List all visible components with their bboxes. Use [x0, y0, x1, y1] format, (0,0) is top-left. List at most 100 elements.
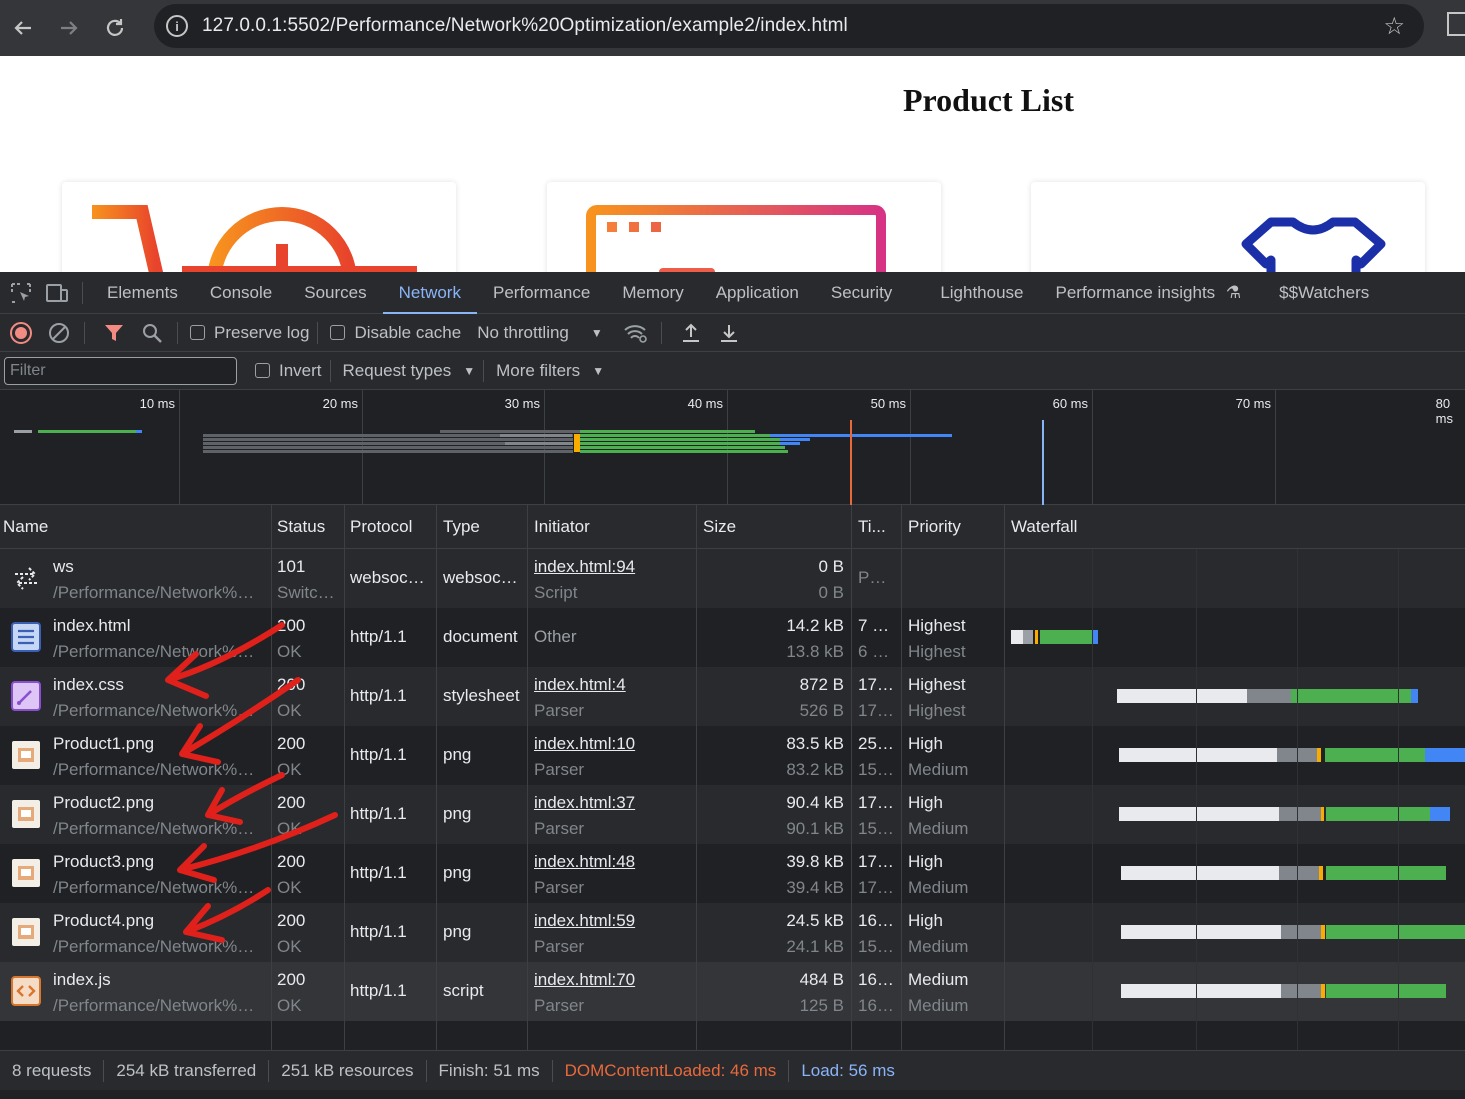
tab-console[interactable]: Console — [194, 272, 288, 314]
initiator-link[interactable]: index.html:10 — [534, 734, 635, 754]
overview-bar — [580, 438, 780, 441]
site-info-icon[interactable]: i — [166, 15, 188, 37]
table-row[interactable]: index.html/Performance/Network%… 200 OK htt… — [0, 608, 1465, 667]
table-row[interactable]: Product4.png/Performance/Network%… 200 OK h… — [0, 903, 1465, 962]
tab-network[interactable]: Network — [382, 272, 478, 314]
col-size-header[interactable]: Size — [700, 505, 848, 549]
initiator-link[interactable]: index.html:70 — [534, 970, 635, 990]
cell-name[interactable]: Product2.png/Performance/Network%… — [50, 785, 268, 844]
table-row[interactable]: index.css/Performance/Network%… 200 OK http… — [0, 667, 1465, 726]
status-text: OK — [277, 819, 302, 838]
extension-icon[interactable] — [1447, 12, 1465, 36]
network-overview[interactable]: 10 ms 20 ms 30 ms 40 ms 50 ms 60 ms 70 m… — [0, 390, 1465, 505]
cell-name[interactable]: Product4.png/Performance/Network%… — [50, 903, 268, 962]
tab-performance-insights[interactable]: Performance insights ⚗ — [1040, 272, 1258, 314]
tab-security[interactable]: Security — [815, 272, 908, 314]
request-types-dropdown[interactable]: Request types ▼ — [343, 361, 476, 381]
request-name: index.html — [53, 616, 131, 635]
filter-toggle-button[interactable] — [97, 316, 131, 350]
col-protocol-header[interactable]: Protocol — [347, 505, 432, 549]
more-filters-dropdown[interactable]: More filters ▼ — [496, 361, 604, 381]
search-button[interactable] — [135, 316, 169, 350]
checkbox-box[interactable] — [190, 325, 205, 340]
col-name-header[interactable]: Name — [0, 505, 270, 549]
cell-initiator[interactable]: index.html:4 Parser — [531, 667, 694, 726]
cell-name[interactable]: index.html/Performance/Network%… — [50, 608, 268, 667]
url-text[interactable]: 127.0.0.1:5502/Performance/Network%20Opt… — [202, 15, 848, 37]
col-time-header[interactable]: Ti... — [855, 505, 900, 549]
transfer-size: 83.5 kB — [786, 734, 844, 753]
checkbox-box[interactable] — [330, 325, 346, 340]
tab-elements[interactable]: Elements — [91, 272, 194, 314]
filter-input[interactable] — [4, 356, 237, 385]
initial-priority-value: Highest — [908, 701, 966, 720]
clear-icon — [49, 322, 69, 343]
tshirt-icon — [1241, 217, 1386, 272]
column-divider[interactable] — [901, 505, 902, 1050]
tab-watchers[interactable]: $$Watchers — [1263, 272, 1385, 314]
cell-name[interactable]: Product1.png/Performance/Network%… — [50, 726, 268, 785]
invert-label: Invert — [279, 360, 322, 380]
import-har-button[interactable] — [674, 316, 708, 350]
clear-button[interactable] — [42, 316, 76, 350]
image-icon — [9, 856, 43, 890]
column-divider[interactable] — [436, 505, 437, 1050]
export-har-button[interactable] — [712, 316, 746, 350]
col-status-header[interactable]: Status — [274, 505, 342, 549]
cell-initiator[interactable]: index.html:70 Parser — [531, 962, 694, 1021]
overview-bar — [500, 434, 572, 437]
tab-performance[interactable]: Performance — [477, 272, 606, 314]
initiator-link[interactable]: index.html:4 — [534, 675, 626, 695]
cell-initiator[interactable]: index.html:48 Parser — [531, 844, 694, 903]
reload-button[interactable] — [92, 5, 138, 51]
column-divider[interactable] — [696, 505, 697, 1050]
invert-checkbox[interactable]: Invert — [255, 361, 322, 381]
col-type-header[interactable]: Type — [440, 505, 524, 549]
disable-cache-checkbox[interactable]: Disable cache — [330, 323, 461, 343]
col-priority-header[interactable]: Priority — [905, 505, 1001, 549]
websocket-icon — [9, 561, 43, 595]
initiator-link[interactable]: index.html:94 — [534, 557, 635, 577]
table-row[interactable]: Product2.png/Performance/Network%… 200 OK h… — [0, 785, 1465, 844]
address-bar[interactable]: i 127.0.0.1:5502/Performance/Network%20O… — [154, 4, 1424, 48]
cell-initiator[interactable]: index.html:59 Parser — [531, 903, 694, 962]
initiator-link[interactable]: index.html:59 — [534, 911, 635, 931]
cell-initiator[interactable]: index.html:94 Script — [531, 549, 694, 608]
table-row[interactable]: Product3.png/Performance/Network%… 200 OK h… — [0, 844, 1465, 903]
inspect-element-icon[interactable] — [6, 278, 36, 308]
cell-initiator[interactable]: index.html:10 Parser — [531, 726, 694, 785]
checkbox-box[interactable] — [255, 363, 270, 378]
initiator-link[interactable]: index.html:37 — [534, 793, 635, 813]
column-divider[interactable] — [1004, 505, 1005, 1050]
col-waterfall-header[interactable]: Waterfall — [1008, 505, 1208, 549]
column-divider[interactable] — [527, 505, 528, 1050]
waterfall-segment — [1326, 925, 1465, 939]
network-conditions-button[interactable] — [619, 316, 653, 350]
tab-application[interactable]: Application — [700, 272, 815, 314]
cell-name[interactable]: index.css/Performance/Network%… — [50, 667, 268, 726]
column-divider[interactable] — [271, 505, 272, 1050]
device-toolbar-icon[interactable] — [42, 278, 72, 308]
cell-name[interactable]: index.js/Performance/Network%… — [50, 962, 268, 1021]
table-row[interactable]: index.js/Performance/Network%… 200 OK http/… — [0, 962, 1465, 1021]
table-row[interactable]: ws/Performance/Network%… 101 Switc… websoc…… — [0, 549, 1465, 608]
column-divider[interactable] — [851, 505, 852, 1050]
overview-bar — [203, 450, 573, 453]
tab-lighthouse[interactable]: Lighthouse — [924, 272, 1039, 314]
back-button[interactable] — [0, 5, 46, 51]
col-initiator-header[interactable]: Initiator — [531, 505, 693, 549]
cell-name[interactable]: Product3.png/Performance/Network%… — [50, 844, 268, 903]
throttling-select[interactable]: No throttling ▼ — [477, 323, 603, 343]
initiator-link[interactable]: index.html:48 — [534, 852, 635, 872]
record-button[interactable] — [4, 316, 38, 350]
table-row[interactable]: Product1.png/Performance/Network%… 200 OK h… — [0, 726, 1465, 785]
tab-sources[interactable]: Sources — [288, 272, 382, 314]
cell-initiator[interactable]: index.html:37 Parser — [531, 785, 694, 844]
forward-button[interactable] — [46, 5, 92, 51]
cell-protocol: http/1.1 — [347, 844, 435, 903]
bookmark-star-icon[interactable]: ☆ — [1383, 12, 1405, 41]
tab-memory[interactable]: Memory — [606, 272, 699, 314]
preserve-log-checkbox[interactable]: Preserve log — [190, 323, 309, 343]
cell-name[interactable]: ws/Performance/Network%… — [50, 549, 268, 608]
column-divider[interactable] — [344, 505, 345, 1050]
